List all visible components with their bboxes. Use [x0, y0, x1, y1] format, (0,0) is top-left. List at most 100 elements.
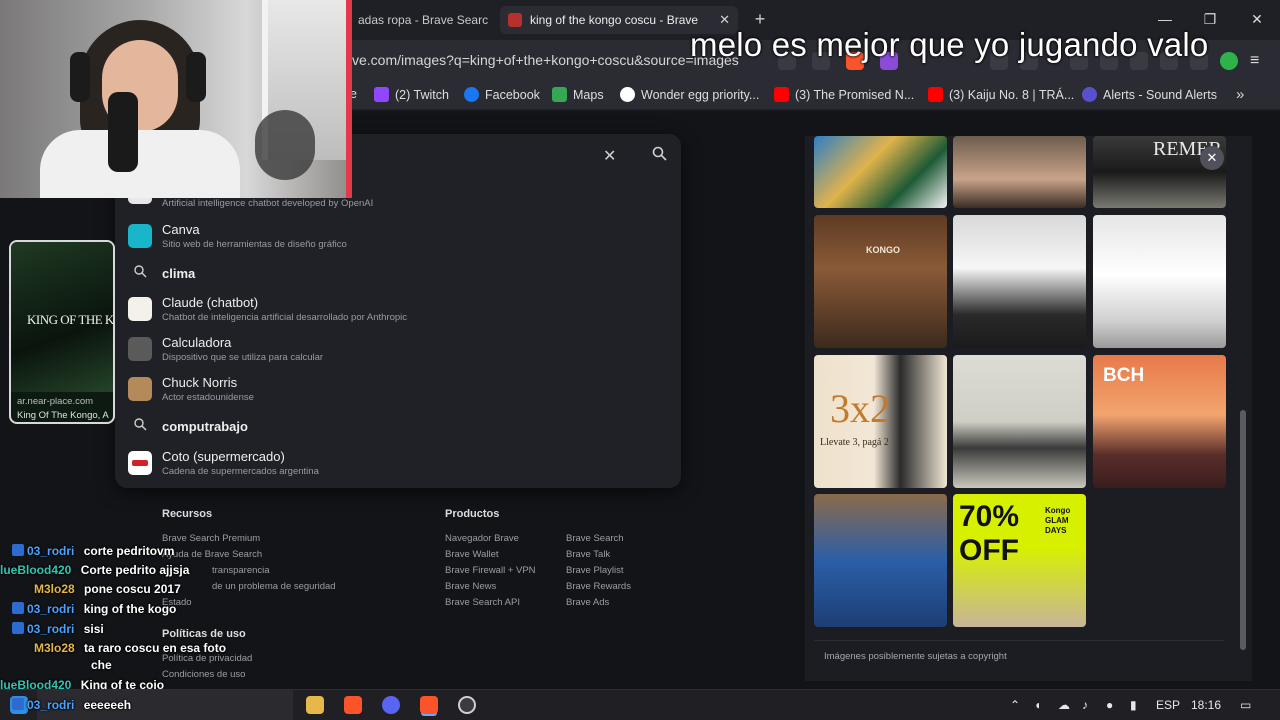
- footer-heading-politicas: Políticas de uso: [162, 628, 246, 640]
- footer-heading-productos: Productos: [445, 508, 500, 520]
- scrollbar[interactable]: [1239, 140, 1247, 668]
- footer-link[interactable]: Brave Wallet: [445, 549, 499, 560]
- suggestion-subtitle: Actor estadounidense: [162, 392, 254, 403]
- taskbar: 03_rodri eeeeeeh ⌃ ◖ ☁ ♪ ● ▮ ESP 18:16 ▭: [0, 689, 1280, 720]
- chat-text: sisi: [83, 622, 104, 636]
- chat-message: 03_rodri king of the kogo: [12, 602, 176, 616]
- footer-link[interactable]: Navegador Brave: [445, 533, 519, 544]
- chat-text: king of the kogo: [83, 602, 177, 616]
- chat-text: pone coscu 2017: [84, 582, 181, 596]
- facebook-icon: [464, 87, 479, 102]
- brave-icon[interactable]: [344, 696, 362, 714]
- badge-icon: [12, 622, 24, 634]
- close-icon[interactable]: ✕: [603, 146, 616, 166]
- microphone-icon[interactable]: ▮: [1130, 698, 1137, 712]
- suggestion-title: Coto (supermercado): [162, 449, 285, 464]
- bookmark-label: (3) The Promised N...: [795, 87, 915, 102]
- screen: adas ropa - Brave Search king of the kon…: [0, 0, 1280, 720]
- image-caption: Llevate 3, pagá 2: [820, 437, 889, 448]
- image-result[interactable]: 70% OFF Kongo GLAM DAYS: [953, 494, 1086, 627]
- speaker-icon[interactable]: ♪: [1082, 698, 1088, 712]
- footer-link[interactable]: de un problema de seguridad: [212, 581, 336, 592]
- footer-link[interactable]: Brave Talk: [566, 549, 610, 560]
- stream-overlay-title: melo es mejor que yo jugando valo: [690, 26, 1209, 63]
- image-result[interactable]: [953, 215, 1086, 348]
- image-result[interactable]: [814, 494, 947, 627]
- clock[interactable]: 18:16: [1191, 698, 1221, 712]
- chat-message: 03_rodri corte pedritovm: [12, 544, 174, 558]
- canva-icon: [128, 224, 152, 248]
- image-caption: KONGO: [866, 245, 901, 255]
- image-result[interactable]: 3x2 Llevate 3, pagá 2: [814, 355, 947, 488]
- footer-link[interactable]: Brave Search API: [445, 597, 520, 608]
- suggestion-claude[interactable]: Claude (chatbot) Chatbot de inteligencia…: [115, 289, 681, 329]
- suggestion-title: Calculadora: [162, 335, 232, 350]
- footer-link[interactable]: Brave Playlist: [566, 565, 624, 576]
- bookmark-promised-neverland[interactable]: (3) The Promised N...: [774, 87, 914, 102]
- bookmark-label: Maps: [573, 87, 604, 102]
- bookmark-label: (2) Twitch: [395, 87, 449, 102]
- footer-link[interactable]: Brave Firewall + VPN: [445, 565, 536, 576]
- suggestion-clima[interactable]: clima: [115, 254, 681, 294]
- footer-link[interactable]: Brave Rewards: [566, 581, 631, 592]
- close-window-icon[interactable]: ✕: [1247, 8, 1267, 30]
- footer-link[interactable]: Brave Search: [566, 533, 624, 544]
- bookmark-facebook[interactable]: Facebook: [464, 87, 540, 102]
- tab-brave-search-ropa[interactable]: adas ropa - Brave Search: [350, 6, 496, 34]
- image-result[interactable]: BCH: [1093, 355, 1226, 488]
- bookmark-kaiju[interactable]: (3) Kaiju No. 8 | TRÁ...: [928, 87, 1074, 102]
- scrollbar-thumb[interactable]: [1240, 410, 1246, 650]
- image-caption: BCH: [1103, 365, 1145, 386]
- footer-link[interactable]: Ayuda de Brave Search: [162, 549, 262, 560]
- url-field[interactable]: ve.com/images?q=king+of+the+kongo+coscu&…: [352, 52, 739, 68]
- image-result[interactable]: [953, 136, 1086, 208]
- language-indicator[interactable]: ESP: [1156, 698, 1180, 712]
- image-preview-card[interactable]: KING OF THE K ar.near-place.com King Of …: [9, 240, 115, 424]
- profile-icon[interactable]: [1220, 52, 1238, 70]
- bookmark-twitch[interactable]: (2) Twitch: [374, 87, 449, 102]
- file-explorer-icon[interactable]: [306, 696, 324, 714]
- chevron-up-icon[interactable]: ⌃: [1010, 698, 1020, 712]
- youtube-icon: [774, 87, 789, 102]
- footer-link[interactable]: Brave Ads: [566, 597, 609, 608]
- footer-link[interactable]: Brave Search Premium: [162, 533, 260, 544]
- obs-icon[interactable]: [458, 696, 476, 714]
- calculator-icon: [128, 337, 152, 361]
- chat-user: M3lo28: [34, 582, 75, 596]
- image-result[interactable]: [1093, 215, 1226, 348]
- footer-link[interactable]: transparencia: [212, 565, 270, 576]
- chat-user: 03_rodri: [27, 602, 75, 616]
- brave-icon[interactable]: [420, 696, 438, 714]
- chat-text: eeeeeeh: [83, 698, 132, 712]
- suggestion-chuck-norris[interactable]: Chuck Norris Actor estadounidense: [115, 369, 681, 409]
- bookmark-sound-alerts[interactable]: Alerts - Sound Alerts: [1082, 87, 1217, 102]
- webcam-border: [346, 0, 352, 198]
- suggestion-calculadora[interactable]: Calculadora Dispositivo que se utiliza p…: [115, 329, 681, 369]
- steam-icon[interactable]: ●: [1106, 698, 1113, 712]
- suggestion-coto[interactable]: Coto (supermercado) Cadena de supermerca…: [115, 443, 681, 483]
- chevron-right-icon[interactable]: »: [1236, 86, 1244, 103]
- close-icon[interactable]: ✕: [1200, 146, 1224, 170]
- suggestion-title: Canva: [162, 222, 200, 237]
- image-result[interactable]: [814, 136, 947, 208]
- image-result[interactable]: [953, 355, 1086, 488]
- search-icon: [134, 265, 147, 281]
- notifications-icon[interactable]: ▭: [1240, 698, 1251, 712]
- chat-text: corte pedritovm: [83, 544, 175, 558]
- microphone: [108, 92, 138, 172]
- bookmark-maps[interactable]: Maps: [552, 87, 604, 102]
- search-icon[interactable]: [652, 146, 667, 165]
- footer-link[interactable]: Condiciones de uso: [162, 669, 245, 680]
- cloud-icon[interactable]: ☁: [1058, 698, 1070, 712]
- claude-icon: [128, 297, 152, 321]
- image-result[interactable]: KONGO: [814, 215, 947, 348]
- preview-description: King Of The Kongo, A: [17, 410, 109, 421]
- footer-link[interactable]: Brave News: [445, 581, 496, 592]
- headset-icon[interactable]: ◖: [1034, 698, 1041, 712]
- suggestion-computrabajo[interactable]: computrabajo: [115, 407, 681, 447]
- bookmark-wonder-egg[interactable]: Wonder egg priority...: [620, 87, 759, 102]
- suggestion-canva[interactable]: Canva Sitio web de herramientas de diseñ…: [115, 216, 681, 256]
- discord-icon[interactable]: [382, 696, 400, 714]
- menu-icon[interactable]: ≡: [1250, 52, 1268, 70]
- maps-icon: [552, 87, 567, 102]
